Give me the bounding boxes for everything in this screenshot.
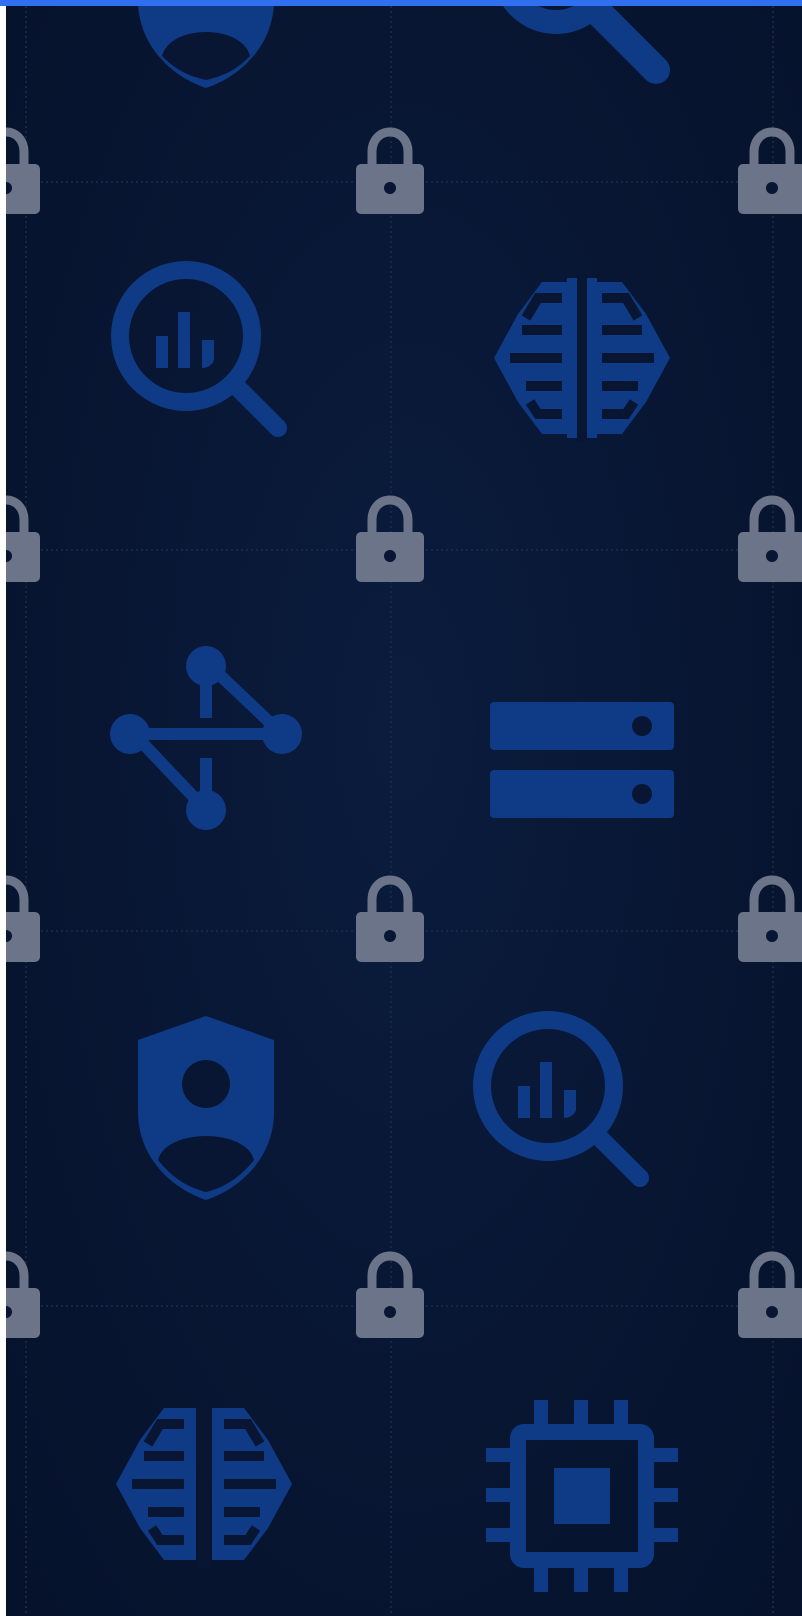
lock-icon	[6, 1250, 42, 1342]
chip-icon	[482, 1396, 682, 1596]
lock-icon	[6, 874, 42, 966]
lock-icon	[736, 1250, 802, 1342]
lock-icon	[6, 126, 42, 218]
lock-icon	[736, 126, 802, 218]
lock-icon	[736, 494, 802, 586]
analytics-search-icon	[464, 1002, 664, 1202]
lock-icon	[6, 494, 42, 586]
security-icon-pattern	[6, 6, 802, 1616]
lock-icon	[736, 874, 802, 966]
brain-icon	[104, 1384, 304, 1584]
lock-icon	[354, 494, 426, 586]
lock-icon	[354, 126, 426, 218]
brain-icon	[482, 258, 682, 458]
lock-icon	[354, 1250, 426, 1342]
network-nodes-icon	[106, 646, 306, 846]
shield-user-icon	[106, 6, 306, 100]
server-stack-icon	[482, 662, 682, 862]
shield-user-icon	[106, 1008, 306, 1208]
magnifier-icon	[476, 6, 676, 90]
analytics-search-icon	[102, 252, 302, 452]
lock-icon	[354, 874, 426, 966]
